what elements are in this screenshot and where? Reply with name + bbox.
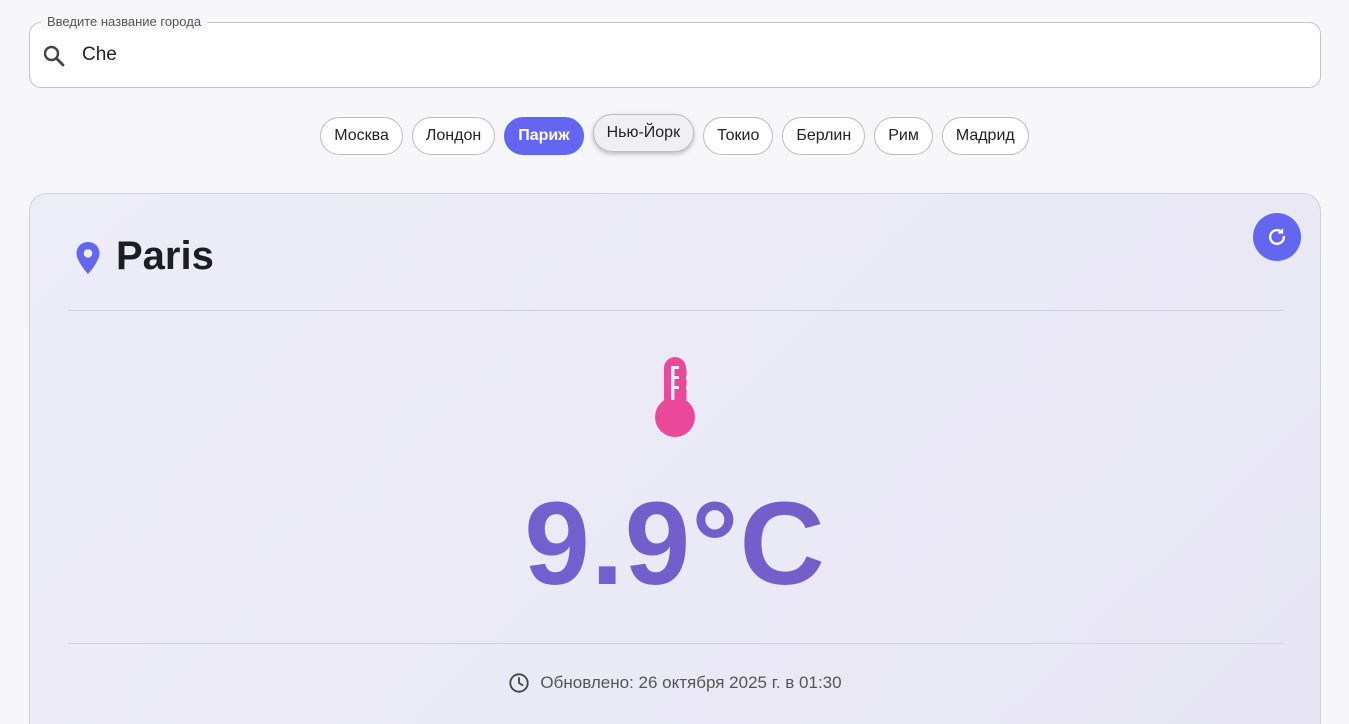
chip-tokyo[interactable]: Токио [703,117,774,155]
search-label: Введите название города [41,14,208,30]
weather-card: Paris 9.9°C Обновлено: 26 октября 2025 г… [29,193,1321,724]
city-name: Paris [116,234,214,278]
thermometer-icon [655,357,695,437]
chip-berlin[interactable]: Берлин [782,117,866,155]
refresh-button[interactable] [1253,213,1301,261]
divider-top [68,310,1283,311]
divider-bottom [68,643,1283,644]
search-icon [43,45,65,67]
city-search-field[interactable]: Введите название города [29,14,1321,88]
last-updated: Обновлено: 26 октября 2025 г. в 01:30 [30,672,1320,694]
chip-london[interactable]: Лондон [411,117,496,155]
temperature-value: 9.9°C [30,476,1320,612]
refresh-icon [1268,228,1286,246]
chip-madrid[interactable]: Мадрид [941,117,1029,155]
last-updated-text: Обновлено: 26 октября 2025 г. в 01:30 [540,673,842,692]
chip-new-york[interactable]: Нью-Йорк [592,114,695,152]
location-pin-icon [76,242,100,274]
chip-moscow[interactable]: Москва [320,117,403,155]
chip-paris[interactable]: Париж [504,117,584,155]
search-input[interactable] [82,37,1302,73]
chip-rome[interactable]: Рим [874,117,933,155]
city-chips: Москва Лондон Париж Нью-Йорк Токио Берли… [0,114,1349,155]
clock-icon [509,673,530,693]
